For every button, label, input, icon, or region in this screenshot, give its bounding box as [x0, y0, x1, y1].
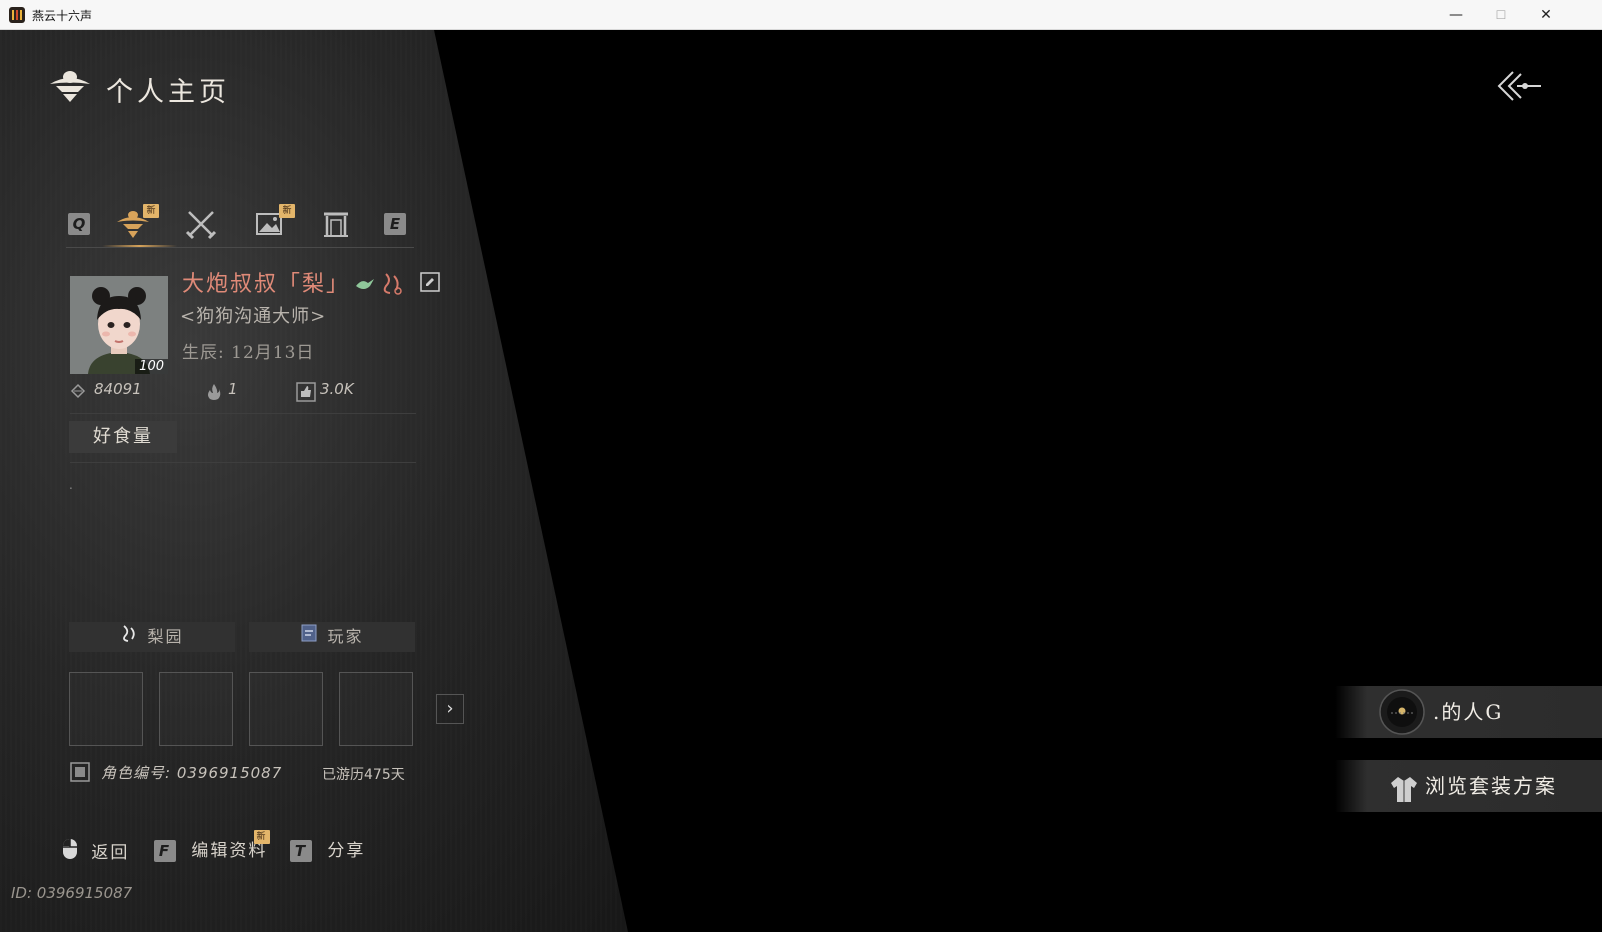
- collection-slot[interactable]: [249, 672, 323, 746]
- guild-emblem-icon: [1379, 689, 1425, 754]
- player-title: <狗狗沟通大师>: [180, 306, 327, 327]
- tab-home[interactable]: [316, 208, 356, 240]
- collection-slot[interactable]: [69, 672, 143, 746]
- opera-icon: [120, 623, 138, 653]
- tab-next-key[interactable]: E: [384, 213, 406, 235]
- collection-slot[interactable]: [159, 672, 233, 746]
- bee-emblem-icon: [48, 68, 92, 108]
- guild-button[interactable]: .的人G: [1335, 686, 1602, 738]
- app-icon: [9, 7, 25, 23]
- tab-battle[interactable]: [181, 208, 221, 240]
- opera-badge-icon: [380, 270, 406, 300]
- bird-badge-icon: [354, 274, 376, 298]
- maximize-button[interactable]: ☐: [1478, 0, 1524, 30]
- minimize-button[interactable]: —: [1433, 0, 1479, 30]
- points-value: 84091: [94, 380, 142, 398]
- next-page-button[interactable]: ›: [436, 694, 464, 724]
- tab-pear-garden-label: 梨园: [147, 627, 184, 646]
- crossed-swords-icon: [185, 211, 217, 240]
- profile-tag: 好食量: [69, 421, 177, 453]
- footer-id: ID: 0396915087: [11, 884, 133, 902]
- share-key: T: [290, 840, 312, 862]
- tab-pear-garden[interactable]: 梨园: [69, 622, 235, 652]
- window-title: 燕云十六声: [32, 9, 93, 23]
- collection-slot[interactable]: [339, 672, 413, 746]
- back-hint-label: 返回: [91, 843, 130, 863]
- close-button[interactable]: ✕: [1523, 0, 1569, 30]
- heat-value: 1: [228, 380, 238, 398]
- edit-profile-hint[interactable]: F 编辑资料 新: [154, 830, 270, 866]
- outfit-plan-button[interactable]: 浏览套装方案: [1335, 760, 1602, 812]
- avatar-level: 100: [135, 359, 168, 374]
- flame-icon: [206, 383, 222, 405]
- gate-icon: [324, 212, 348, 237]
- points-icon: [70, 383, 86, 403]
- days-traveled: 已游历475天: [322, 767, 405, 783]
- tab-divider: [66, 247, 414, 248]
- tab-players[interactable]: 玩家: [249, 622, 415, 652]
- player-card-icon: [300, 623, 318, 653]
- profile-panel: [0, 30, 628, 932]
- stats-divider: [70, 413, 416, 414]
- outfit-plan-label: 浏览套装方案: [1425, 774, 1557, 798]
- window-titlebar: 燕云十六声 — ☐ ✕: [0, 0, 1602, 30]
- guild-name: .的人G: [1433, 700, 1504, 724]
- edit-profile-label: 编辑资料: [191, 841, 268, 861]
- bio-text: .: [69, 478, 73, 492]
- back-hint[interactable]: 返回: [62, 838, 129, 866]
- robe-icon: [1389, 771, 1419, 823]
- share-label: 分享: [327, 841, 366, 861]
- page-title: 个人主页: [106, 77, 230, 108]
- profile-tab-row: Q 新 新 E: [66, 204, 416, 244]
- game-viewport: 个人主页 Q 新 新 E 100 大炮叔叔「梨」 <狗狗沟通大师> 生辰: 12…: [0, 30, 1602, 932]
- id-card-icon: [70, 762, 90, 786]
- edit-key: F: [154, 840, 176, 862]
- new-badge: 新: [279, 204, 295, 218]
- likes-value: 3.0K: [320, 380, 354, 398]
- back-arrow-icon[interactable]: [1495, 68, 1543, 108]
- tab-players-label: 玩家: [327, 627, 364, 646]
- tab-active-indicator: [102, 245, 177, 247]
- tab-prev-key[interactable]: Q: [68, 213, 90, 235]
- birthday: 生辰: 12月13日: [182, 343, 315, 363]
- tab-profile[interactable]: 新: [113, 204, 159, 240]
- edit-name-icon[interactable]: [420, 272, 440, 296]
- avatar[interactable]: 100: [70, 276, 168, 374]
- tab-gallery[interactable]: 新: [249, 204, 295, 240]
- player-name: 大炮叔叔「梨」: [182, 272, 351, 297]
- new-badge: 新: [143, 204, 159, 218]
- share-hint[interactable]: T 分享: [290, 838, 365, 866]
- tag-divider: [70, 462, 416, 463]
- mouse-icon: [62, 838, 78, 868]
- new-badge: 新: [254, 830, 270, 844]
- character-id: 角色编号: 0396915087: [101, 764, 283, 782]
- stats-row: 84091 1 3.0K: [70, 380, 416, 404]
- thumbs-up-icon: [296, 382, 316, 406]
